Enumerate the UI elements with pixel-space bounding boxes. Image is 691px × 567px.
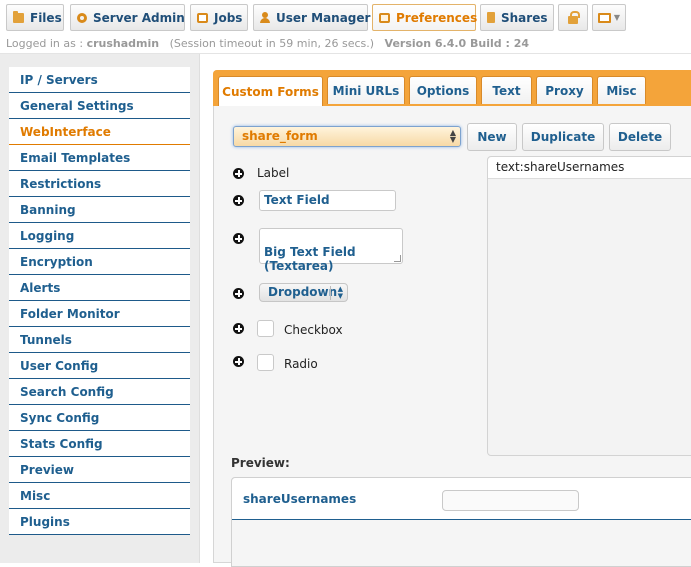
form-select[interactable]: share_form ▲ ▼ xyxy=(233,126,461,147)
files-label: Files xyxy=(30,10,62,25)
delete-button[interactable]: Delete xyxy=(609,123,671,151)
share-icon xyxy=(487,12,495,23)
tab-text[interactable]: Text xyxy=(481,76,532,104)
sidebar-item-folder-monitor[interactable]: Folder Monitor xyxy=(9,301,190,327)
top-toolbar: Files Server Admin Jobs User Manager Pre… xyxy=(0,0,691,36)
new-button[interactable]: New xyxy=(467,123,517,151)
jobs-label: Jobs xyxy=(214,10,243,25)
sidebar-item-webinterface[interactable]: WebInterface xyxy=(9,119,190,145)
user-manager-button[interactable]: User Manager xyxy=(253,4,371,31)
add-checkbox-icon[interactable] xyxy=(233,323,244,334)
version-info: Version 6.4.0 Build : 24 xyxy=(384,37,530,50)
add-label-icon[interactable] xyxy=(233,168,244,179)
form-items-list: text:shareUsernames xyxy=(487,156,691,456)
jobs-button[interactable]: Jobs xyxy=(190,4,248,31)
sidebar-item-banning[interactable]: Banning xyxy=(9,197,190,223)
text-field-element[interactable]: Text Field xyxy=(259,190,396,211)
shares-button[interactable]: Shares xyxy=(480,4,554,31)
sidebar-item-plugins[interactable]: Plugins xyxy=(9,509,190,535)
sidebar-item-logging[interactable]: Logging xyxy=(9,223,190,249)
dropdown-element[interactable]: Dropdown ▲ ▼ xyxy=(259,283,348,302)
jobs-icon xyxy=(197,12,208,23)
text-field-label: Text Field xyxy=(264,193,330,207)
logged-in-prefix: Logged in as : xyxy=(6,37,84,50)
sidebar-item-restrictions[interactable]: Restrictions xyxy=(9,171,190,197)
radio-element[interactable] xyxy=(257,354,274,371)
lock-icon xyxy=(568,10,580,24)
preview-field-input[interactable] xyxy=(442,490,579,511)
sidebar-item-preview[interactable]: Preview xyxy=(9,457,190,483)
lock-button[interactable] xyxy=(558,4,588,31)
select-arrows-icon: ▲ ▼ xyxy=(449,128,456,144)
server-admin-button[interactable]: Server Admin xyxy=(70,4,185,31)
add-text-field-icon[interactable] xyxy=(233,195,244,206)
logged-in-username: crushadmin xyxy=(86,37,160,50)
sidebar-item-ip-servers[interactable]: IP / Servers xyxy=(9,67,190,93)
image-menu-button[interactable]: ▼ xyxy=(592,4,626,31)
sidebar-item-sync-config[interactable]: Sync Config xyxy=(9,405,190,431)
tab-mini-urls[interactable]: Mini URLs xyxy=(327,76,405,104)
sidebar-item-tunnels[interactable]: Tunnels xyxy=(9,327,190,353)
server-admin-label: Server Admin xyxy=(93,10,185,25)
dropdown-divider xyxy=(330,286,331,300)
label-element: Label xyxy=(257,166,290,180)
folder-icon xyxy=(13,10,24,23)
sidebar-item-stats-config[interactable]: Stats Config xyxy=(9,431,190,457)
add-dropdown-icon[interactable] xyxy=(233,288,244,299)
add-radio-icon[interactable] xyxy=(233,356,244,367)
session-timeout: (Session timeout in 59 min, 26 secs.) xyxy=(169,37,375,50)
tab-misc[interactable]: Misc xyxy=(597,76,646,104)
preview-box: shareUsernames xyxy=(231,477,691,567)
sidebar-item-general-settings[interactable]: General Settings xyxy=(9,93,190,119)
sidebar-item-email-templates[interactable]: Email Templates xyxy=(9,145,190,171)
user-icon xyxy=(260,12,270,23)
dropdown-arrows-icon: ▲ ▼ xyxy=(337,285,343,300)
sidebar-item-search-config[interactable]: Search Config xyxy=(9,379,190,405)
tab-options[interactable]: Options xyxy=(409,76,477,104)
sidebar-item-user-config[interactable]: User Config xyxy=(9,353,190,379)
checkbox-element[interactable] xyxy=(257,320,274,337)
resize-grip-icon xyxy=(394,255,401,262)
checkbox-label: Checkbox xyxy=(284,323,343,337)
user-manager-label: User Manager xyxy=(276,10,371,25)
preferences-button[interactable]: Preferences xyxy=(372,4,478,31)
sidebar-item-misc[interactable]: Misc xyxy=(9,483,190,509)
duplicate-button[interactable]: Duplicate xyxy=(522,123,604,151)
status-line: Logged in as : crushadmin (Session timeo… xyxy=(6,37,529,50)
form-item[interactable]: text:shareUsernames xyxy=(488,157,691,179)
gear-icon xyxy=(77,12,87,23)
sidebar-item-alerts[interactable]: Alerts xyxy=(9,275,190,301)
preferences-icon xyxy=(379,12,390,23)
image-icon xyxy=(597,12,611,23)
add-textarea-icon[interactable] xyxy=(233,233,244,244)
form-select-value: share_form xyxy=(242,129,318,143)
tab-custom-forms[interactable]: Custom Forms xyxy=(218,76,323,106)
preview-title: Preview: xyxy=(231,456,290,470)
chevron-down-icon: ▼ xyxy=(613,13,621,22)
tab-proxy[interactable]: Proxy xyxy=(536,76,593,104)
textarea-element[interactable]: Big Text Field (Textarea) xyxy=(259,228,403,273)
files-button[interactable]: Files xyxy=(6,4,64,31)
sidebar-item-encryption[interactable]: Encryption xyxy=(9,249,190,275)
dropdown-label: Dropdown xyxy=(268,285,338,299)
preview-field-label: shareUsernames xyxy=(243,492,357,506)
shares-label: Shares xyxy=(501,10,548,25)
preferences-label: Preferences xyxy=(396,10,478,25)
radio-label: Radio xyxy=(284,357,318,371)
preview-row: shareUsernames xyxy=(232,478,691,520)
